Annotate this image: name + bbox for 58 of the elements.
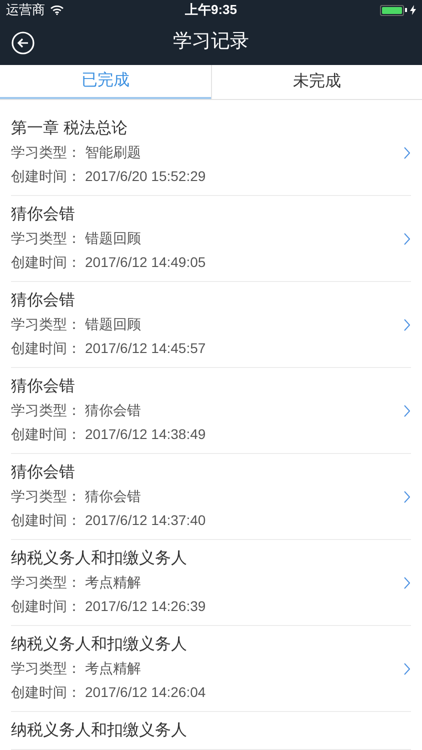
type-label: 学习类型： — [11, 229, 81, 248]
record-row[interactable]: 猜你会错 学习类型： 错题回顾 创建时间： 2017/6/12 14:45:57 — [11, 282, 411, 368]
type-value: 智能刷题 — [85, 143, 141, 162]
time-label: 创建时间： — [11, 339, 81, 358]
chevron-icon — [404, 147, 410, 159]
time-value: 2017/6/12 14:26:39 — [85, 597, 206, 616]
record-title: 猜你会错 — [11, 205, 76, 225]
carrier-name: 运营商 — [6, 1, 45, 20]
time-label: 创建时间： — [11, 425, 81, 444]
type-value: 猜你会错 — [85, 487, 141, 506]
chevron-icon — [404, 491, 410, 503]
back-button[interactable] — [11, 30, 35, 54]
time-value: 2017/6/12 14:37:40 — [85, 511, 206, 530]
record-row[interactable]: 纳税义务人和扣缴义务人 学习类型： 考点精解 创建时间： 2017/6/12 14:26:04 — [11, 626, 411, 712]
chevron-icon — [404, 233, 410, 245]
type-label: 学习类型： — [11, 659, 81, 678]
tab[interactable]: 未完成 — [210, 65, 422, 99]
type-label: 学习类型： — [11, 143, 81, 162]
type-value: 考点精解 — [85, 659, 141, 678]
type-value: 错题回顾 — [85, 315, 141, 334]
type-label: 学习类型： — [11, 315, 81, 334]
record-title: 猜你会错 — [11, 291, 76, 311]
status-time: 上午9:35 — [184, 1, 238, 20]
record-title: 猜你会错 — [11, 463, 76, 483]
time-value: 2017/6/12 14:45:57 — [85, 339, 206, 358]
record-row[interactable]: 纳税义务人和扣缴义务人 学习类型： 考点精解 创建时间： 2017/6/12 14:26:39 — [11, 540, 411, 626]
record-row[interactable]: 猜你会错 学习类型： 猜你会错 创建时间： 2017/6/12 14:37:40 — [11, 454, 411, 540]
time-label: 创建时间： — [11, 167, 81, 186]
time-label: 创建时间： — [11, 253, 81, 272]
type-label: 学习类型： — [11, 487, 81, 506]
chevron-icon — [404, 405, 410, 417]
time-value: 2017/6/20 15:52:29 — [85, 167, 206, 186]
time-value: 2017/6/12 14:49:05 — [85, 253, 206, 272]
chevron-icon — [404, 663, 410, 675]
time-label: 创建时间： — [11, 597, 81, 616]
wifi-icon — [50, 5, 64, 15]
chevron-icon — [404, 577, 410, 589]
chevron-icon — [404, 319, 410, 331]
type-label: 学习类型： — [11, 401, 81, 420]
record-title: 纳税义务人和扣缴义务人 — [11, 634, 188, 655]
time-label: 创建时间： — [11, 683, 81, 702]
type-value: 考点精解 — [85, 573, 141, 592]
battery-icon — [380, 4, 416, 16]
type-label: 学习类型： — [11, 573, 81, 592]
record-title: 纳税义务人和扣缴义务人 — [11, 720, 188, 741]
time-value: 2017/6/12 14:38:49 — [85, 425, 206, 444]
record-title: 纳税义务人和扣缴义务人 — [11, 548, 188, 569]
record-row[interactable]: 猜你会错 学习类型： 错题回顾 创建时间： 2017/6/12 14:49:05 — [11, 196, 411, 282]
type-value: 猜你会错 — [85, 401, 141, 420]
record-row[interactable]: 猜你会错 学习类型： 猜你会错 创建时间： 2017/6/12 14:38:49 — [11, 368, 411, 454]
record-row[interactable]: 第一章 税法总论 学习类型： 智能刷题 创建时间： 2017/6/20 15:52:29 — [11, 110, 411, 196]
time-value: 2017/6/12 14:26:04 — [85, 683, 206, 702]
record-row[interactable]: 纳税义务人和扣缴义务人 — [11, 712, 411, 750]
page-title: 学习记录 — [173, 30, 249, 54]
record-title: 猜你会错 — [11, 377, 76, 397]
type-value: 错题回顾 — [85, 229, 141, 248]
time-label: 创建时间： — [11, 511, 81, 530]
record-title: 第一章 税法总论 — [11, 118, 128, 139]
